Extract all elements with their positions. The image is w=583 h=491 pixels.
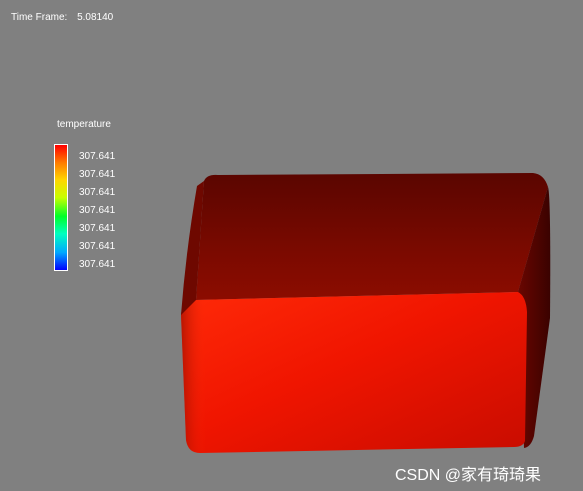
box-front-left-shading (181, 300, 206, 453)
time-frame-value: 5.08140 (77, 12, 114, 23)
legend-title: temperature (57, 119, 111, 130)
time-frame-readout: Time Frame: 5.08140 (11, 12, 113, 23)
box-front-face (181, 292, 527, 453)
legend-tick-label: 307.641 (79, 223, 116, 234)
legend-tick-label: 307.641 (79, 205, 116, 216)
watermark: CSDN @家有琦琦果 (395, 467, 542, 484)
legend-tick-label: 307.641 (79, 241, 116, 252)
color-legend-bar (54, 144, 68, 271)
legend-tick-labels: 307.641 307.641 307.641 307.641 307.641 … (79, 151, 115, 277)
legend-tick-label: 307.641 (79, 259, 116, 270)
legend-tick-label: 307.641 (79, 187, 116, 198)
legend-tick-label: 307.641 (79, 151, 116, 162)
legend-tick-label: 307.641 (79, 169, 116, 180)
time-frame-label: Time Frame: (11, 12, 68, 23)
box-top-face (196, 173, 548, 300)
temperature-box-model (181, 173, 551, 453)
